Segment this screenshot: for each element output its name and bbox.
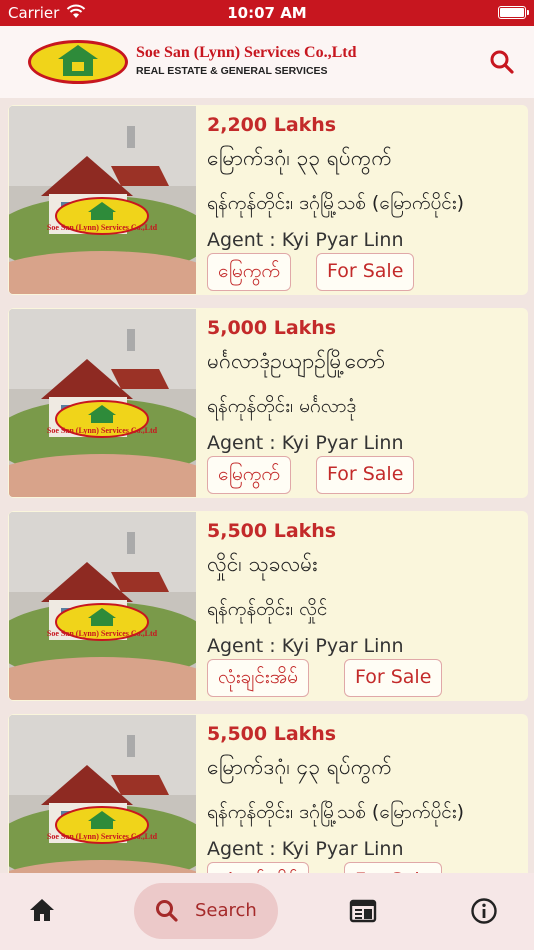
thumbnail-logo-text: Soe San (Lynn) Services Co.,Ltd <box>47 426 158 435</box>
status-tag[interactable]: For Sale <box>316 456 415 494</box>
listing-card[interactable]: Soe San (Lynn) Services Co.,Ltd 2,200 La… <box>8 105 528 295</box>
listing-price: 5,500 Lakhs <box>207 723 337 745</box>
listing-agent: Agent : Kyi Pyar Linn <box>207 432 404 454</box>
listing-address: ရန်ကုန်တိုင်း၊ ဒဂုံမြို့သစ် (မြောက်ပိုင်… <box>207 192 465 214</box>
thumbnail-logo-text: Soe San (Lynn) Services Co.,Ltd <box>47 629 158 638</box>
tab-search[interactable]: Search <box>134 883 278 939</box>
status-tag[interactable]: For Sale <box>344 659 443 697</box>
listing-price: 5,500 Lakhs <box>207 520 337 542</box>
listing-thumbnail: Soe San (Lynn) Services Co.,Ltd <box>9 512 196 700</box>
app-header: Soe San (Lynn) Services Co.,Ltd REAL EST… <box>0 26 534 98</box>
newspaper-icon <box>349 899 377 923</box>
category-tag[interactable]: မြေကွက် <box>207 456 291 494</box>
listing-thumbnail: Soe San (Lynn) Services Co.,Ltd <box>9 106 196 294</box>
listing-agent: Agent : Kyi Pyar Linn <box>207 229 404 251</box>
thumbnail-logo-text: Soe San (Lynn) Services Co.,Ltd <box>47 832 158 841</box>
company-name: Soe San (Lynn) Services Co.,Ltd <box>136 44 357 61</box>
tab-news[interactable] <box>348 883 384 939</box>
battery-icon <box>498 6 529 19</box>
category-tag[interactable]: လုံးချင်းအိမ် <box>207 659 309 697</box>
listing-agent: Agent : Kyi Pyar Linn <box>207 838 404 860</box>
info-icon <box>471 898 497 924</box>
listing-address: ရန်ကုန်တိုင်း၊ လှိုင် <box>207 598 328 620</box>
clock: 10:07 AM <box>227 4 307 22</box>
listing-card[interactable]: Soe San (Lynn) Services Co.,Ltd 5,000 La… <box>8 308 528 498</box>
listing-price: 5,000 Lakhs <box>207 317 337 339</box>
listing-thumbnail: Soe San (Lynn) Services Co.,Ltd <box>9 309 196 497</box>
listing-title: မင်္ဂလာဒုံဥယျာဉ်မြို့တော် <box>207 349 386 373</box>
listing-list[interactable]: Soe San (Lynn) Services Co.,Ltd 2,200 La… <box>0 98 534 874</box>
status-tag[interactable]: For Sale <box>316 253 415 291</box>
home-icon <box>30 899 54 921</box>
company-tagline: REAL ESTATE & GENERAL SERVICES <box>136 65 328 77</box>
listing-price: 2,200 Lakhs <box>207 114 337 136</box>
search-icon[interactable] <box>488 48 516 76</box>
listing-address: ရန်ကုန်တိုင်း၊ မင်္ဂလာဒုံ <box>207 395 357 417</box>
listing-card[interactable]: Soe San (Lynn) Services Co.,Ltd 5,500 La… <box>8 714 528 874</box>
status-bar: Carrier 10:07 AM <box>0 0 534 26</box>
listing-title: လှိုင်၊ သုခလမ်း <box>207 552 318 576</box>
bottom-tab-bar: Search <box>0 873 534 950</box>
listing-address: ရန်ကုန်တိုင်း၊ ဒဂုံမြို့သစ် (မြောက်ပိုင်… <box>207 801 465 823</box>
thumbnail-logo-text: Soe San (Lynn) Services Co.,Ltd <box>47 223 158 232</box>
listing-card[interactable]: Soe San (Lynn) Services Co.,Ltd 5,500 La… <box>8 511 528 701</box>
category-tag[interactable]: မြေကွက် <box>207 253 291 291</box>
search-icon <box>156 900 178 922</box>
listing-thumbnail: Soe San (Lynn) Services Co.,Ltd <box>9 715 196 874</box>
tab-search-label: Search <box>195 900 257 921</box>
listing-title: မြောက်ဒဂုံ၊ ၃၃ ရပ်ကွက် <box>207 146 392 170</box>
tab-home[interactable] <box>28 883 68 939</box>
tab-info[interactable] <box>470 883 506 939</box>
company-logo <box>28 40 128 84</box>
listing-agent: Agent : Kyi Pyar Linn <box>207 635 404 657</box>
listing-title: မြောက်ဒဂုံ၊ ၄၃ ရပ်ကွက် <box>207 755 392 779</box>
